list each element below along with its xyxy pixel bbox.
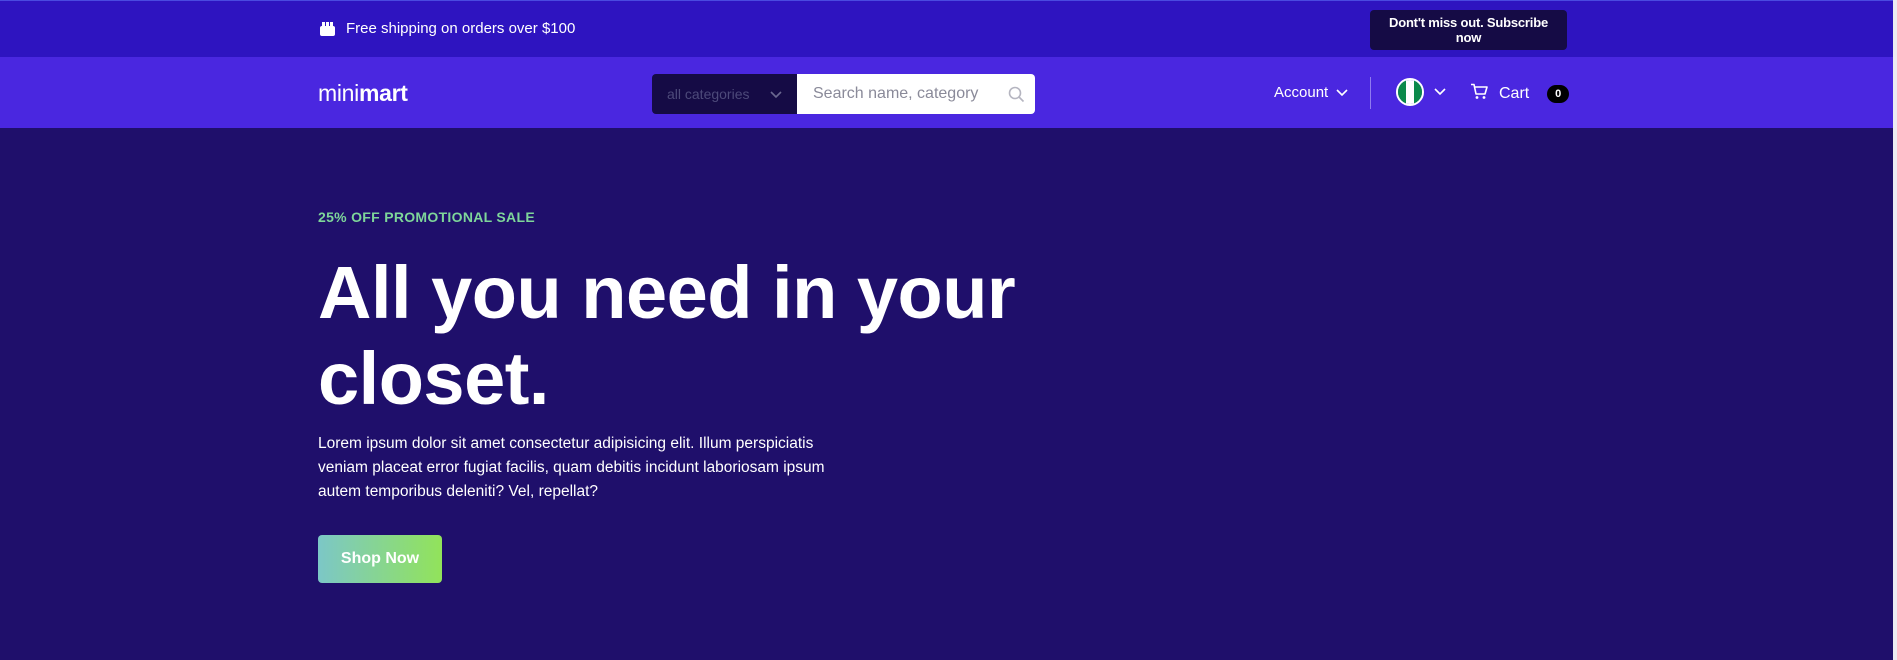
hero-headline: All you need in your closet. — [318, 251, 1016, 420]
cart-icon — [1470, 83, 1489, 105]
logo[interactable]: minimart — [318, 80, 408, 107]
country-selector[interactable] — [1396, 78, 1446, 106]
cart-label: Cart — [1499, 85, 1530, 102]
shop-now-button[interactable]: Shop Now — [318, 535, 442, 583]
nav-divider — [1370, 77, 1371, 109]
subscribe-button[interactable]: Dont't miss out. Subscribe now — [1370, 10, 1567, 50]
gift-icon — [319, 20, 336, 37]
category-select-value: all categories — [667, 86, 750, 102]
chevron-down-icon — [1434, 83, 1446, 101]
logo-bold-text: mart — [358, 80, 408, 106]
search-input-wrapper — [797, 74, 1035, 114]
chevron-down-icon — [1336, 84, 1348, 101]
logo-light-text: mini — [318, 80, 359, 106]
nigeria-flag-icon — [1396, 78, 1424, 106]
promo-label: 25% OFF PROMOTIONAL SALE — [318, 209, 535, 225]
hero-description: Lorem ipsum dolor sit amet consectetur a… — [318, 435, 825, 500]
search-input[interactable] — [797, 74, 1035, 114]
cart-count-badge: 0 — [1547, 85, 1570, 103]
search-icon[interactable] — [1008, 86, 1025, 108]
category-select[interactable]: all categories — [652, 74, 797, 114]
search-bar: all categories — [652, 74, 1035, 114]
shipping-notice: Free shipping on orders over $100 — [319, 20, 575, 37]
main-navbar: minimart all categories Account — [0, 57, 1893, 128]
scrollbar-track[interactable] — [1893, 0, 1897, 660]
cart-button[interactable]: Cart 0 — [1470, 83, 1570, 105]
shipping-text: Free shipping on orders over $100 — [346, 20, 576, 37]
chevron-down-icon — [770, 86, 782, 102]
account-label: Account — [1274, 84, 1329, 101]
announcement-bar: Free shipping on orders over $100 Dont't… — [0, 0, 1893, 57]
account-menu[interactable]: Account — [1274, 84, 1348, 101]
